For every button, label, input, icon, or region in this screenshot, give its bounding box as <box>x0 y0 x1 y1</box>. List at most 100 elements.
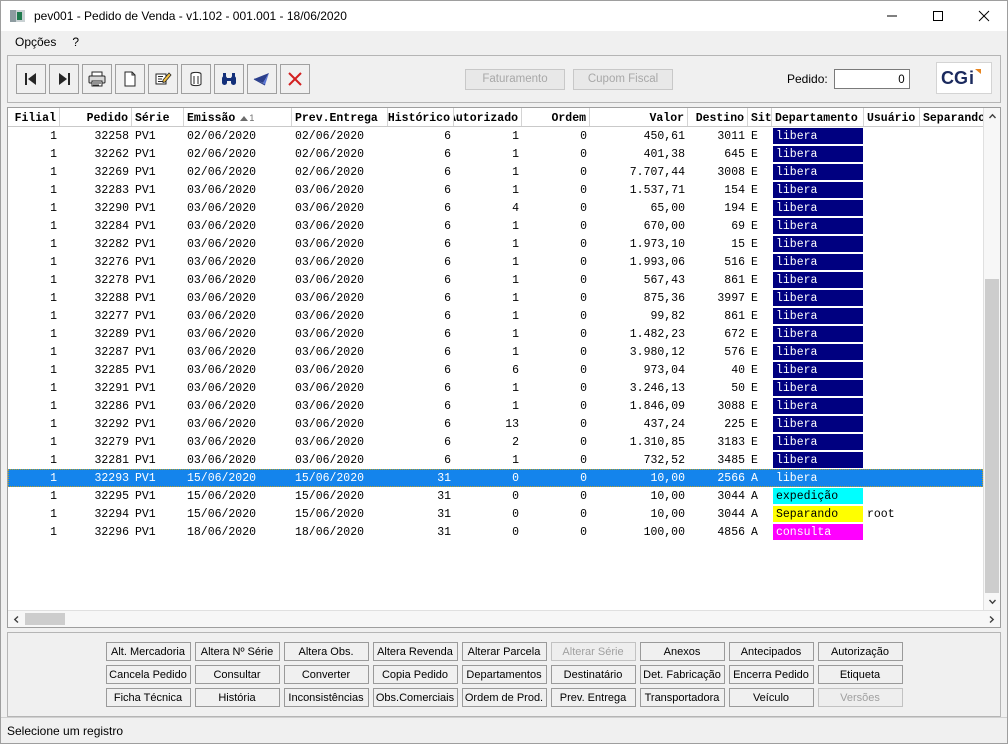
table-row[interactable]: 1 32295 PV1 15/06/2020 15/06/2020 31 0 0 10,00 30… <box>8 487 983 505</box>
action-button[interactable]: Det. Fabricação <box>639 665 725 684</box>
table-row[interactable]: 1 32262 PV1 02/06/2020 02/06/2020 6 1 0 401,38 64… <box>8 145 983 163</box>
faturamento-button[interactable]: Faturamento <box>465 68 565 90</box>
grid-column-header-label: Ordem <box>551 111 586 125</box>
grid-column-header[interactable]: Série <box>132 108 184 126</box>
table-row[interactable]: 1 32293 PV1 15/06/2020 15/06/2020 31 0 0 10,00 25… <box>8 469 983 487</box>
action-button[interactable]: Departamentos <box>461 665 547 684</box>
action-button[interactable]: Cancela Pedido <box>105 665 191 684</box>
table-cell-autorizado: 1 <box>454 310 522 323</box>
grid-column-header-label: Autorizado <box>454 111 518 125</box>
table-row[interactable]: 1 32277 PV1 03/06/2020 03/06/2020 6 1 0 99,82 861… <box>8 307 983 325</box>
minimize-button[interactable] <box>869 1 915 31</box>
table-row[interactable]: 1 32276 PV1 03/06/2020 03/06/2020 6 1 0 1.993,06… <box>8 253 983 271</box>
table-row[interactable]: 1 32281 PV1 03/06/2020 03/06/2020 6 1 0 732,52 34… <box>8 451 983 469</box>
table-row[interactable]: 1 32294 PV1 15/06/2020 15/06/2020 31 0 0 10,00 30… <box>8 505 983 523</box>
filter-button[interactable] <box>247 64 277 94</box>
scroll-down-button[interactable] <box>984 593 1000 610</box>
department-badge: libera <box>773 254 863 270</box>
table-row[interactable]: 1 32258 PV1 02/06/2020 02/06/2020 6 1 0 450,61 30… <box>8 127 983 145</box>
action-button[interactable]: Encerra Pedido <box>728 665 814 684</box>
vertical-scroll-thumb[interactable] <box>985 279 999 593</box>
grid-column-header[interactable]: Usuário <box>864 108 920 126</box>
action-button[interactable]: Autorização <box>817 642 903 661</box>
horizontal-scroll-track[interactable] <box>25 611 983 627</box>
action-button[interactable]: História <box>194 688 280 707</box>
action-button[interactable]: Anexos <box>639 642 725 661</box>
table-row[interactable]: 1 32287 PV1 03/06/2020 03/06/2020 6 1 0 3.980,12… <box>8 343 983 361</box>
action-button[interactable]: Ficha Técnica <box>105 688 191 707</box>
grid-column-header[interactable]: Prev.Entrega <box>292 108 388 126</box>
grid-column-header[interactable]: Valor <box>590 108 688 126</box>
grid-column-header[interactable]: Separando <box>920 108 992 126</box>
table-row[interactable]: 1 32285 PV1 03/06/2020 03/06/2020 6 6 0 973,04 40… <box>8 361 983 379</box>
print-button[interactable] <box>82 64 112 94</box>
table-row[interactable]: 1 32279 PV1 03/06/2020 03/06/2020 6 2 0 1.310,85… <box>8 433 983 451</box>
table-row[interactable]: 1 32286 PV1 03/06/2020 03/06/2020 6 1 0 1.846,09… <box>8 397 983 415</box>
grid-column-header[interactable]: Histórico <box>388 108 454 126</box>
cupom-fiscal-button[interactable]: Cupom Fiscal <box>573 68 673 90</box>
pedido-input[interactable]: 0 <box>833 69 910 89</box>
maximize-button[interactable] <box>915 1 961 31</box>
table-row[interactable]: 1 32292 PV1 03/06/2020 03/06/2020 6 13 0 437,24 2… <box>8 415 983 433</box>
scroll-left-button[interactable] <box>8 611 25 627</box>
new-document-button[interactable] <box>115 64 145 94</box>
action-button[interactable]: Prev. Entrega <box>550 688 636 707</box>
table-row[interactable]: 1 32283 PV1 03/06/2020 03/06/2020 6 1 0 1.537,71… <box>8 181 983 199</box>
action-button[interactable]: Alterar Parcela <box>461 642 547 661</box>
action-button[interactable]: Altera Obs. <box>283 642 369 661</box>
grid-column-header[interactable]: Departamento <box>772 108 864 126</box>
horizontal-scroll-thumb[interactable] <box>25 613 65 625</box>
table-row[interactable]: 1 32282 PV1 03/06/2020 03/06/2020 6 1 0 1.973,10… <box>8 235 983 253</box>
cancel-button-toolbar[interactable] <box>280 64 310 94</box>
first-record-button[interactable] <box>16 64 46 94</box>
cell-text: 973,04 <box>643 363 685 377</box>
grid-column-header[interactable]: Sit <box>748 108 772 126</box>
action-button[interactable]: Antecipados <box>728 642 814 661</box>
table-cell-pedido: 32262 <box>60 148 132 161</box>
grid-column-header[interactable]: Ordem <box>522 108 590 126</box>
action-button[interactable]: Altera Revenda <box>372 642 458 661</box>
last-record-button[interactable] <box>49 64 79 94</box>
action-button[interactable]: Inconsistências <box>283 688 369 707</box>
action-button[interactable]: Converter <box>283 665 369 684</box>
table-cell-destino: 15 <box>688 238 748 251</box>
horizontal-scrollbar[interactable] <box>8 610 1000 627</box>
table-cell-valor: 567,43 <box>590 274 688 287</box>
table-cell-serie: PV1 <box>132 166 184 179</box>
action-button[interactable]: Etiqueta <box>817 665 903 684</box>
grid-column-header[interactable]: Filial <box>8 108 60 126</box>
grid-column-header[interactable]: Emissão 1 <box>184 108 292 126</box>
table-row[interactable]: 1 32284 PV1 03/06/2020 03/06/2020 6 1 0 670,00 69… <box>8 217 983 235</box>
table-row[interactable]: 1 32269 PV1 02/06/2020 02/06/2020 6 1 0 7.707,44… <box>8 163 983 181</box>
table-row[interactable]: 1 32290 PV1 03/06/2020 03/06/2020 6 4 0 65,00 194… <box>8 199 983 217</box>
action-button[interactable]: Altera Nº Série <box>194 642 280 661</box>
scroll-right-button[interactable] <box>983 611 1000 627</box>
action-button[interactable]: Transportadora <box>639 688 725 707</box>
menu-item-help[interactable]: ? <box>64 33 87 51</box>
edit-button[interactable] <box>148 64 178 94</box>
cell-text: PV1 <box>135 525 156 539</box>
scroll-up-button[interactable] <box>984 108 1000 125</box>
grid-column-header[interactable]: Destino <box>688 108 748 126</box>
action-button[interactable]: Obs.Comerciais <box>372 688 458 707</box>
grid-column-header[interactable]: Pedido <box>60 108 132 126</box>
grid-column-header[interactable]: Autorizado <box>454 108 522 126</box>
grid-column-header-label: Sit <box>751 111 772 125</box>
table-row[interactable]: 1 32291 PV1 03/06/2020 03/06/2020 6 1 0 3.246,13… <box>8 379 983 397</box>
vertical-scrollbar[interactable] <box>983 108 1000 610</box>
close-button[interactable] <box>961 1 1007 31</box>
table-row[interactable]: 1 32278 PV1 03/06/2020 03/06/2020 6 1 0 567,43 86… <box>8 271 983 289</box>
table-row[interactable]: 1 32288 PV1 03/06/2020 03/06/2020 6 1 0 875,36 39… <box>8 289 983 307</box>
delete-button[interactable] <box>181 64 211 94</box>
search-button[interactable] <box>214 64 244 94</box>
action-button[interactable]: Ordem de Prod. <box>461 688 547 707</box>
vertical-scroll-track[interactable] <box>984 125 1000 593</box>
action-button[interactable]: Destinatário <box>550 665 636 684</box>
action-button[interactable]: Veículo <box>728 688 814 707</box>
action-button[interactable]: Consultar <box>194 665 280 684</box>
action-button[interactable]: Alt. Mercadoria <box>105 642 191 661</box>
table-row[interactable]: 1 32289 PV1 03/06/2020 03/06/2020 6 1 0 1.482,23… <box>8 325 983 343</box>
table-row[interactable]: 1 32296 PV1 18/06/2020 18/06/2020 31 0 0 100,00 4… <box>8 523 983 541</box>
menu-item-opcoes[interactable]: Opções <box>7 33 64 51</box>
action-button[interactable]: Copia Pedido <box>372 665 458 684</box>
